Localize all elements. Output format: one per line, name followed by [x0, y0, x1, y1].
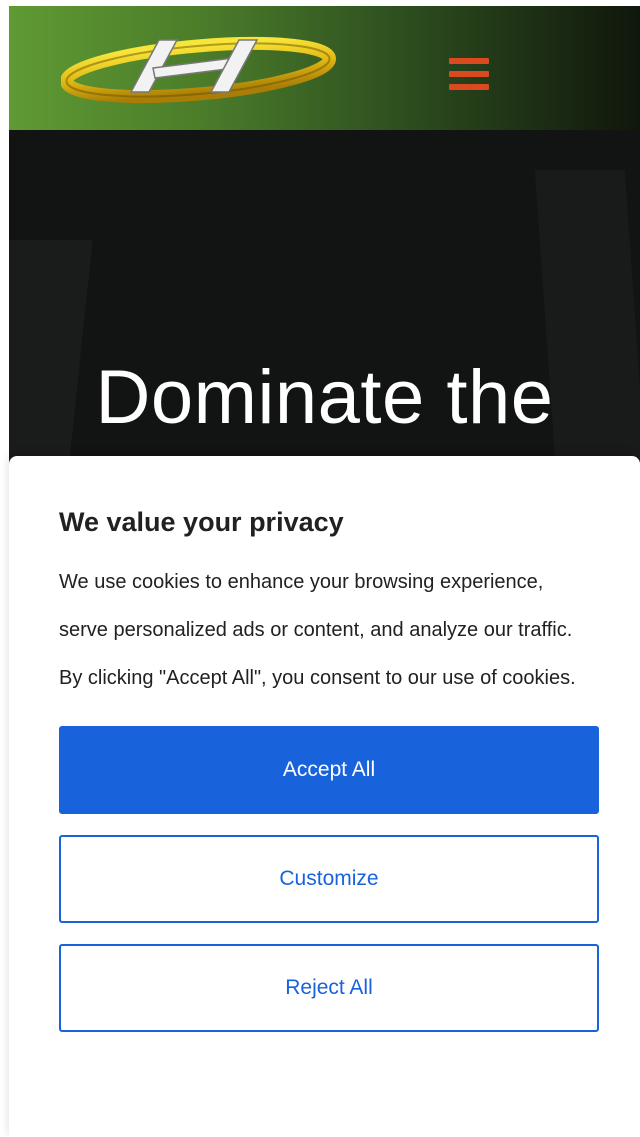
- hero-section: Dominate the: [9, 130, 640, 470]
- hamburger-menu-icon: [449, 58, 489, 64]
- hamburger-menu-icon: [449, 71, 489, 77]
- logo-graphic: [61, 36, 336, 104]
- site-header: [9, 6, 640, 130]
- accept-all-button[interactable]: Accept All: [59, 726, 599, 815]
- reject-all-button[interactable]: Reject All: [59, 944, 599, 1033]
- customize-button[interactable]: Customize: [59, 835, 599, 924]
- menu-button[interactable]: [449, 54, 493, 94]
- page: Dominate the We value your privacy We us…: [0, 0, 640, 1137]
- cookie-banner-description: We use cookies to enhance your browsing …: [59, 571, 576, 690]
- cookie-banner-title: We value your privacy: [59, 507, 344, 537]
- site-logo[interactable]: [61, 28, 336, 108]
- cookie-consent-banner: We value your privacy We use cookies to …: [9, 456, 640, 1137]
- hero-title: Dominate the: [95, 355, 554, 440]
- hamburger-menu-icon: [449, 84, 489, 90]
